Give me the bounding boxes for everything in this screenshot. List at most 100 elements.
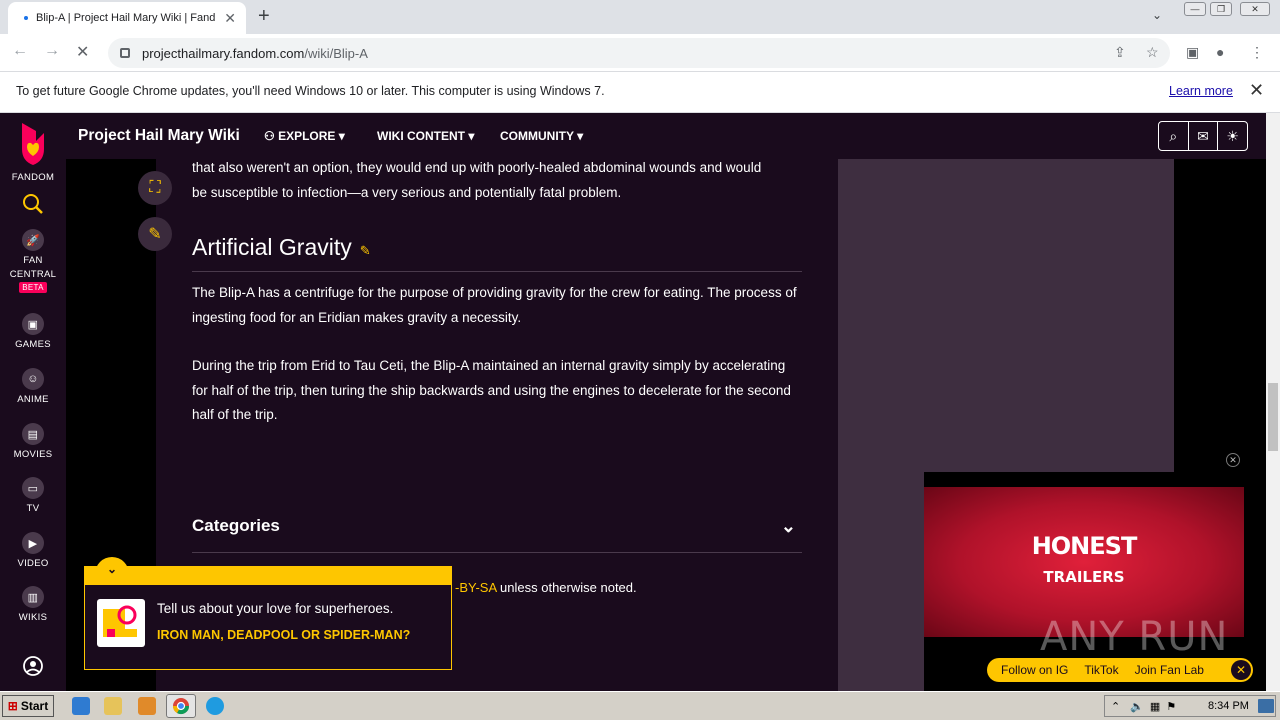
rail-wikis[interactable]: ▥ WIKIS [0, 586, 66, 623]
nav-community[interactable]: COMMUNITY ▾ [500, 129, 583, 143]
browser-tab[interactable]: Blip-A | Project Hail Mary Wiki | Fand ✕ [8, 2, 246, 34]
anime-label: ANIME [17, 394, 49, 405]
fan-central-label-2: CENTRAL [9, 269, 57, 280]
page-scrollbar[interactable] [1266, 113, 1280, 691]
explore-icon: ⚇ [264, 129, 279, 143]
video-title-1: HONEST [1031, 532, 1138, 560]
browser-toolbar: ← → ✕ projecthailmary.fandom.com /wiki/B… [0, 34, 1280, 72]
wiki-name[interactable]: Project Hail Mary Wiki [78, 127, 240, 145]
menu-icon[interactable]: ⋮ [1250, 44, 1264, 61]
rail-movies[interactable]: ▤ MOVIES [0, 423, 66, 460]
clapperboard-icon: ▤ [22, 423, 44, 445]
rail-fan-central[interactable]: 🚀 FAN CENTRAL BETA [0, 229, 66, 293]
rail-games[interactable]: ▣ GAMES [0, 313, 66, 350]
edit-section-icon[interactable]: ✎ [360, 243, 371, 258]
start-button[interactable]: ⊞ Start [2, 695, 54, 717]
quiz-bar [85, 567, 451, 585]
volume-icon[interactable]: 🔈 [1130, 700, 1144, 713]
tab-close-icon[interactable]: ✕ [224, 10, 236, 27]
infobar-close-icon[interactable]: ✕ [1249, 80, 1264, 101]
paragraph-line: be susceptible to infection—a very serio… [192, 184, 622, 200]
anime-face-icon: ☺ [22, 368, 44, 390]
url-path: /wiki/Blip-A [304, 45, 368, 61]
discussions-icon[interactable]: ✉ [1189, 122, 1219, 150]
back-icon[interactable]: ← [12, 42, 28, 60]
rail-tv[interactable]: ▭ TV [0, 477, 66, 514]
tiktok-link[interactable]: TikTok [1084, 663, 1118, 677]
lock-icon [120, 48, 130, 58]
media-player-icon[interactable] [138, 697, 156, 715]
gamepad-icon: ▣ [22, 313, 44, 335]
tab-search-icon[interactable]: ⌄ [1152, 8, 1162, 22]
update-infobar: To get future Google Chrome updates, you… [0, 72, 1280, 113]
fandom-heart-icon [22, 123, 44, 165]
license-notice: -BY-SA unless otherwise noted. [455, 580, 637, 595]
fan-lab-link[interactable]: Join Fan Lab [1135, 663, 1204, 677]
clock[interactable]: 8:34 PM [1208, 700, 1249, 712]
share-icon[interactable]: ⇪ [1114, 44, 1126, 61]
profile-icon[interactable]: ● [1216, 44, 1224, 60]
nav-community-label: COMMUNITY [500, 129, 574, 143]
movies-label: MOVIES [13, 449, 53, 460]
side-panel-icon[interactable]: ▣ [1186, 44, 1199, 61]
paragraph-2: During the trip from Erid to Tau Ceti, t… [192, 358, 791, 422]
quiz-question[interactable]: IRON MAN, DEADPOOL OR SPIDER-MAN? [157, 627, 427, 643]
system-tray: ⌃ 🔈 ▦ ⚑ [1104, 695, 1276, 717]
fullscreen-icon[interactable]: ⛶ [138, 171, 172, 205]
fandom-label: FANDOM [11, 172, 55, 183]
section-heading: Artificial Gravity ✎ [192, 234, 802, 272]
explorer-icon[interactable] [104, 697, 122, 715]
watermark: ANY RUN [1040, 614, 1229, 660]
fandom-global-nav: FANDOM 🚀 FAN CENTRAL BETA ▣ GAMES ☺ ANIM… [0, 113, 66, 691]
network-icon[interactable]: ▦ [1150, 700, 1160, 713]
chrome-taskbar-button[interactable] [166, 694, 196, 718]
header-search-icon[interactable]: ⌕ [1159, 122, 1189, 150]
edge-icon[interactable] [206, 697, 224, 715]
new-tab-icon[interactable]: + [258, 5, 270, 28]
license-link[interactable]: -BY-SA [455, 580, 496, 595]
chevron-down-icon: ▾ [577, 129, 584, 143]
categories-label: Categories [192, 516, 280, 535]
show-desktop-icon[interactable] [1258, 699, 1274, 713]
wiki-header: Project Hail Mary Wiki ⚇ EXPLORE ▾ WIKI … [66, 113, 1266, 159]
quiz-prompt: Tell us about your love for superheroes. [157, 601, 394, 616]
tv-icon: ▭ [22, 477, 44, 499]
bookmark-star-icon[interactable]: ☆ [1146, 44, 1159, 61]
forward-icon[interactable]: → [44, 42, 60, 60]
nav-wiki-content[interactable]: WIKI CONTENT ▾ [377, 129, 474, 143]
tray-expand-icon[interactable]: ⌃ [1111, 700, 1120, 713]
learn-more-link[interactable]: Learn more [1169, 84, 1233, 98]
theme-toggle-icon[interactable]: ☀ [1218, 122, 1247, 150]
video-title-2: TRAILERS [1043, 568, 1125, 586]
rail-anime[interactable]: ☺ ANIME [0, 368, 66, 405]
tab-strip: Blip-A | Project Hail Mary Wiki | Fand ✕… [0, 0, 1280, 34]
chevron-down-icon: ▾ [338, 129, 345, 143]
fandom-logo[interactable]: FANDOM [0, 121, 66, 183]
user-icon [23, 656, 43, 676]
rail-account[interactable] [0, 655, 66, 680]
loading-icon [24, 16, 28, 20]
video-close-icon[interactable]: ✕ [1226, 453, 1240, 467]
restore-icon[interactable]: ❐ [1210, 2, 1232, 16]
nav-wiki-content-label: WIKI CONTENT [377, 129, 465, 143]
quiz-popup[interactable]: ⌄ Tell us about your love for superheroe… [84, 557, 452, 670]
address-bar[interactable]: projecthailmary.fandom.com /wiki/Blip-A [108, 38, 1170, 68]
follow-ig-link[interactable]: Follow on IG [1001, 663, 1068, 677]
nav-explore[interactable]: ⚇ EXPLORE ▾ [264, 129, 345, 143]
rail-video[interactable]: ▶ VIDEO [0, 532, 66, 569]
beta-badge: BETA [19, 282, 47, 293]
paragraph-line: that also weren't an option, they would … [192, 160, 762, 175]
window-close-icon[interactable]: ✕ [1240, 2, 1270, 16]
scrollbar-thumb[interactable] [1268, 383, 1278, 451]
social-close-icon[interactable]: ✕ [1231, 660, 1251, 680]
ie-icon[interactable] [72, 697, 90, 715]
edit-pencil-icon[interactable]: ✎ [138, 217, 172, 251]
categories-toggle[interactable]: Categories ⌄ [192, 516, 802, 553]
url-host: projecthailmary.fandom.com [142, 45, 305, 61]
flag-icon[interactable]: ⚑ [1166, 700, 1176, 713]
stop-icon[interactable]: ✕ [76, 42, 89, 62]
right-rail-lower [838, 472, 924, 691]
rail-search[interactable] [0, 193, 66, 218]
quiz-illustration-icon [97, 599, 145, 647]
minimize-icon[interactable]: — [1184, 2, 1206, 16]
